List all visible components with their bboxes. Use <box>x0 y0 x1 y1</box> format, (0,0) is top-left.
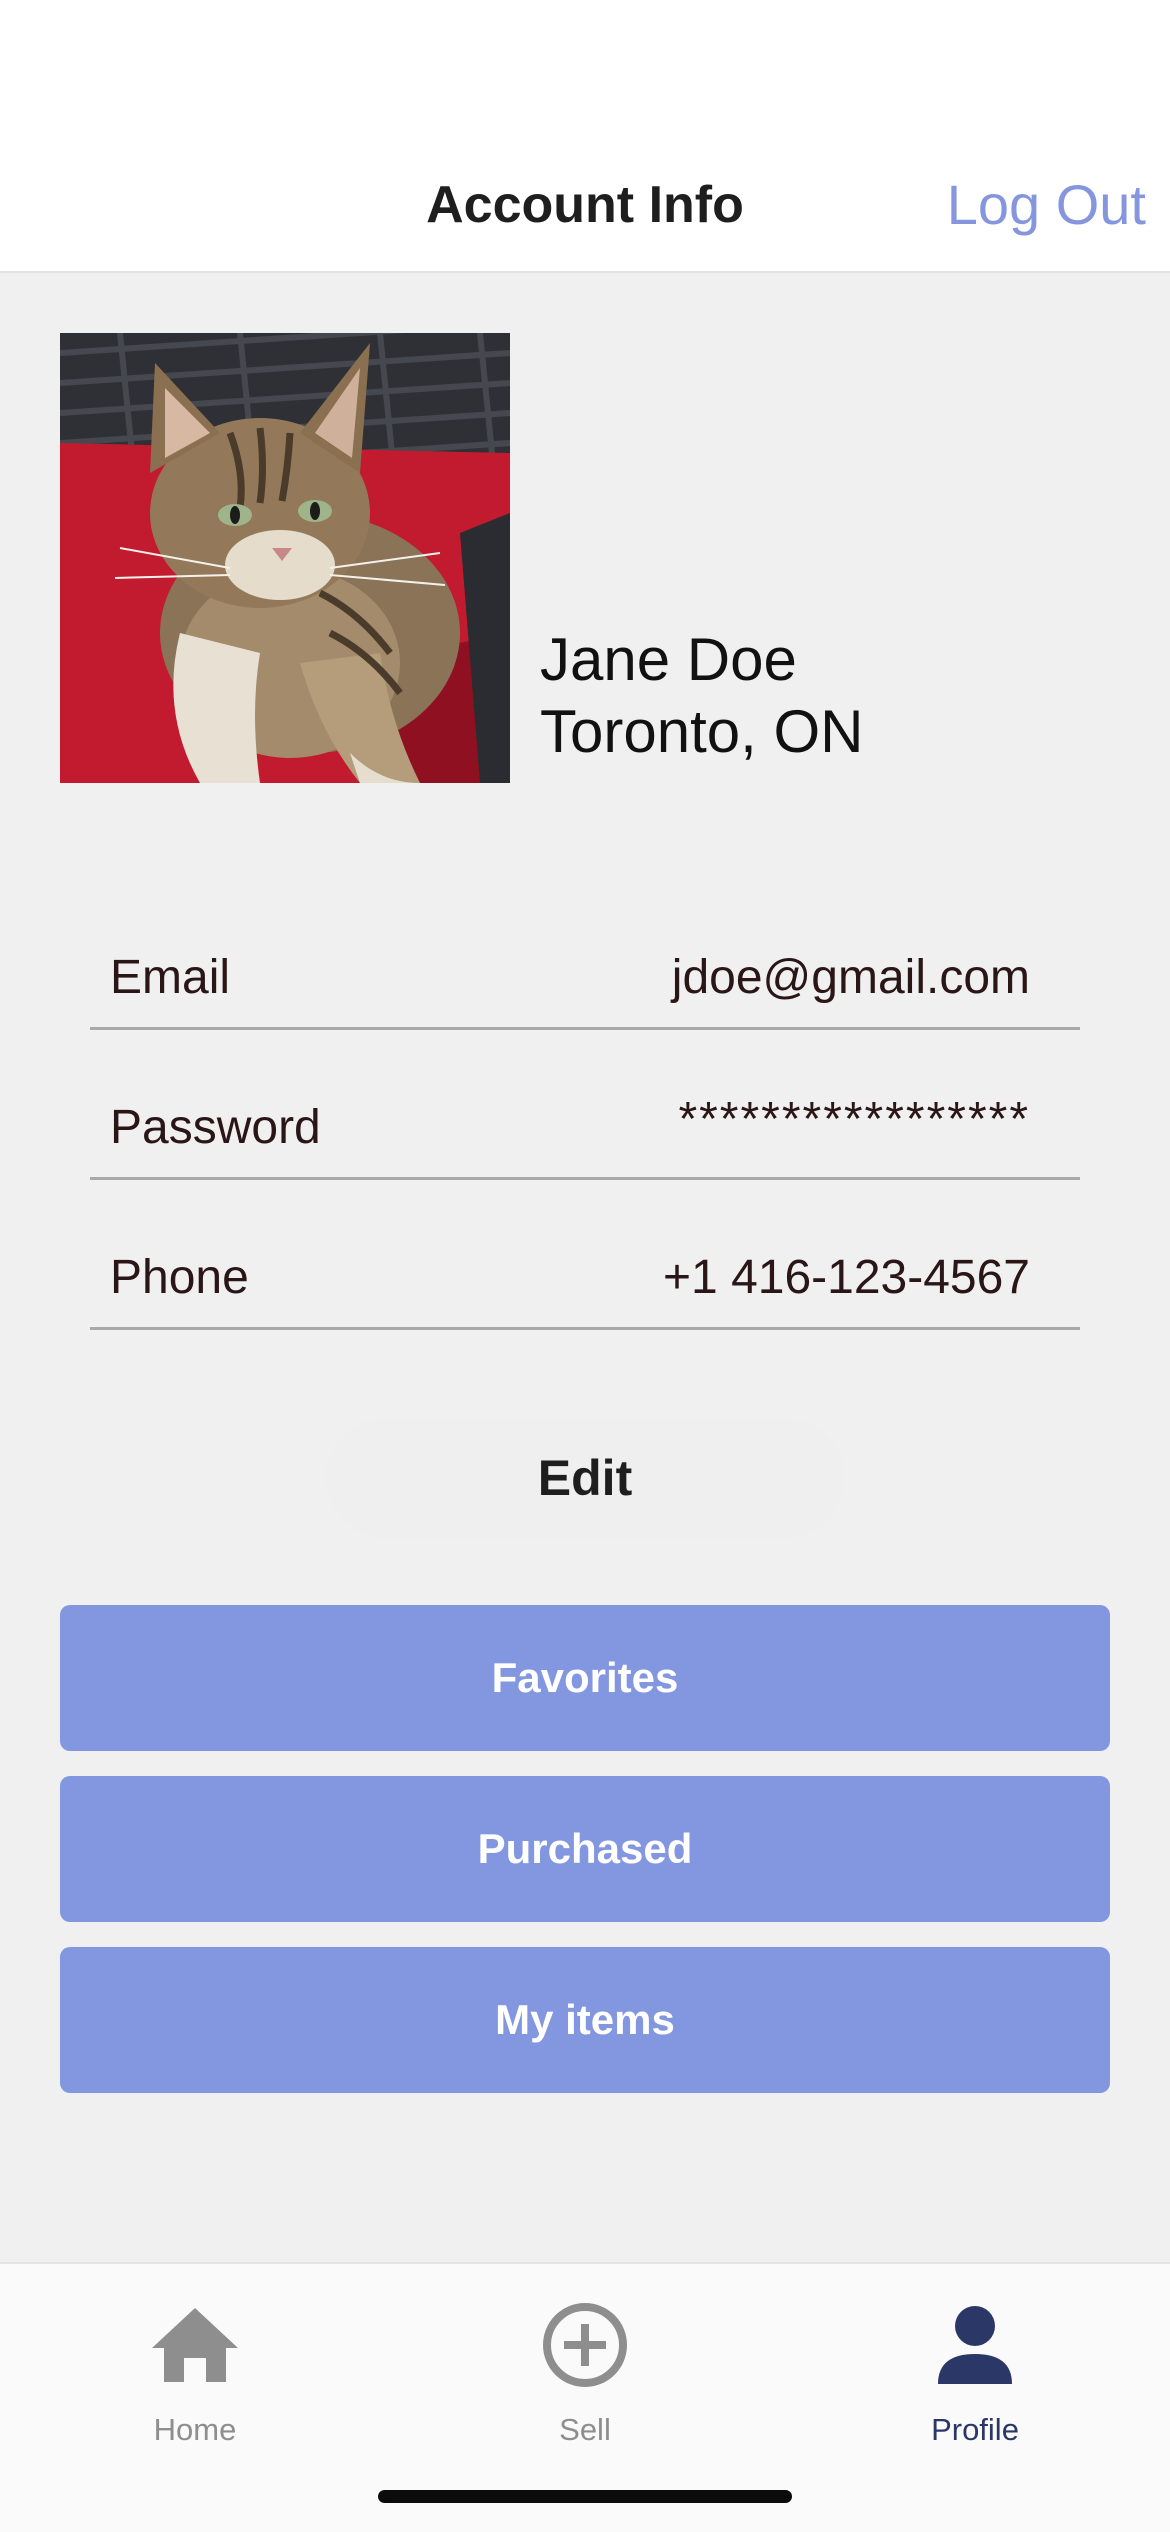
person-icon <box>938 2306 1012 2384</box>
account-screen: Account Info Log Out Jane Doe Toronto, O… <box>0 0 1170 2532</box>
cat-photo <box>60 333 510 783</box>
phone-value: +1 416-123-4567 <box>663 1251 1030 1304</box>
tab-profile-label: Profile <box>931 2412 1019 2447</box>
email-value: jdoe@gmail.com <box>671 951 1030 1004</box>
logout-button[interactable]: Log Out <box>947 172 1146 237</box>
tab-profile[interactable]: Profile <box>780 2264 1170 2464</box>
favorites-button[interactable]: Favorites <box>60 1605 1110 1751</box>
user-name: Jane Doe <box>540 626 797 693</box>
edit-button[interactable]: Edit <box>325 1418 845 1538</box>
email-row[interactable]: Email jdoe@gmail.com <box>90 880 1080 1030</box>
password-row[interactable]: Password ***************** <box>90 1030 1080 1180</box>
phone-label: Phone <box>110 1251 249 1304</box>
user-location: Toronto, ON <box>540 698 864 765</box>
home-indicator[interactable] <box>378 2490 792 2503</box>
password-value: ***************** <box>678 1093 1030 1146</box>
password-label: Password <box>110 1101 321 1154</box>
avatar[interactable] <box>60 333 510 783</box>
my-items-button[interactable]: My items <box>60 1947 1110 2093</box>
purchased-button[interactable]: Purchased <box>60 1776 1110 1922</box>
header: Account Info Log Out <box>0 0 1170 273</box>
tab-sell[interactable]: Sell <box>390 2264 780 2464</box>
tab-sell-label: Sell <box>559 2412 611 2447</box>
email-label: Email <box>110 951 231 1004</box>
plus-circle-icon <box>543 2303 627 2387</box>
tab-home-label: Home <box>153 2412 237 2447</box>
tab-home[interactable]: Home <box>0 2264 390 2464</box>
home-icon <box>152 2308 238 2382</box>
phone-row[interactable]: Phone +1 416-123-4567 <box>90 1180 1080 1330</box>
